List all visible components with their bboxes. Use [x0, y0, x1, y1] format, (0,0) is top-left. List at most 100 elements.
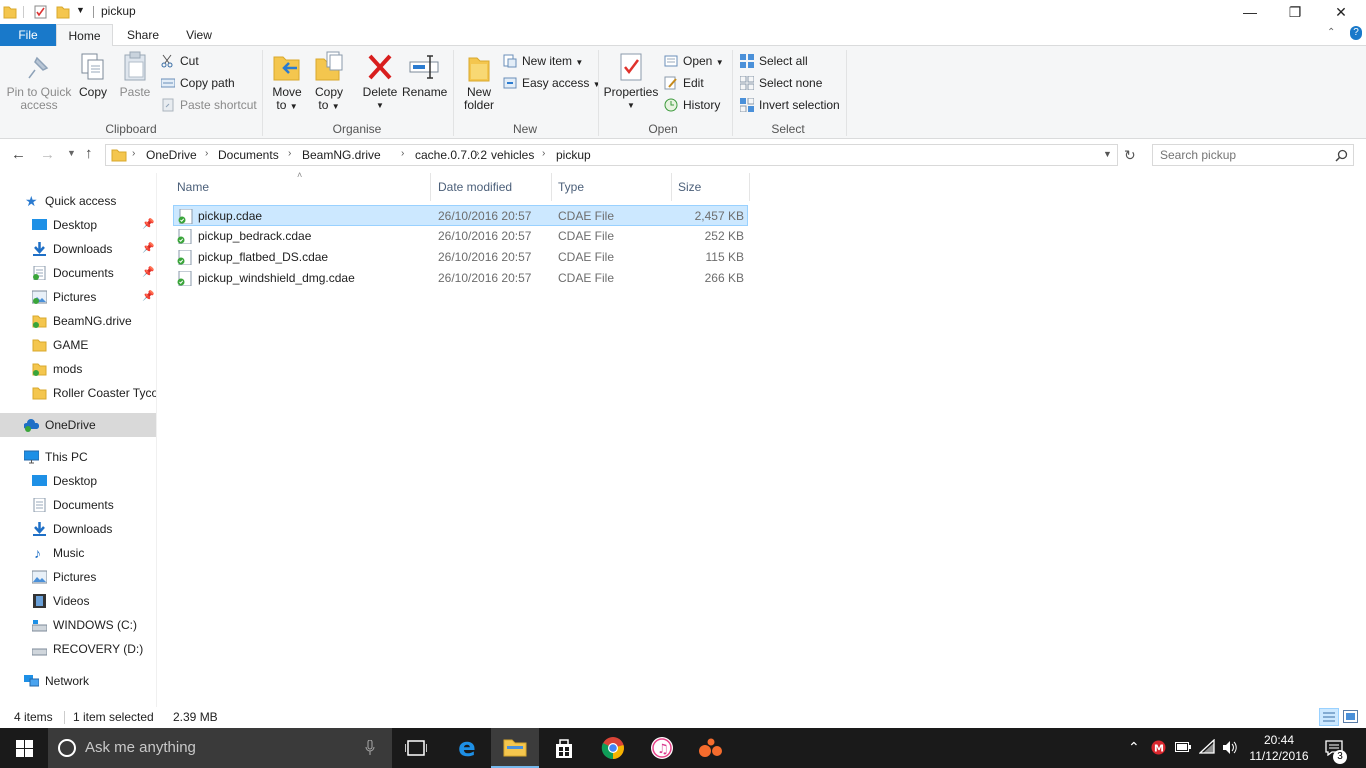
tab-view[interactable]: View: [172, 24, 226, 46]
customize-toolbar-icon[interactable]: ▼: [76, 5, 85, 15]
nav-pc-downloads[interactable]: Downloads: [0, 517, 156, 541]
edit-button[interactable]: Edit: [664, 73, 704, 93]
volume-icon[interactable]: [1222, 740, 1238, 755]
file-row[interactable]: pickup_flatbed_DS.cdae 26/10/2016 20:57 …: [173, 247, 748, 268]
nav-onedrive[interactable]: OneDrive: [0, 413, 156, 437]
nav-pc-desktop[interactable]: Desktop: [0, 469, 156, 493]
breadcrumb-vehicles[interactable]: vehicles: [491, 148, 534, 162]
microphone-icon[interactable]: [365, 740, 375, 756]
restore-button[interactable]: ❐: [1272, 0, 1318, 24]
nav-pc-videos[interactable]: Videos: [0, 589, 156, 613]
breadcrumb-onedrive[interactable]: OneDrive: [146, 148, 197, 162]
store-icon[interactable]: [540, 728, 588, 768]
open-button[interactable]: Open ▼: [664, 51, 724, 71]
address-bar[interactable]: › OneDrive › Documents › BeamNG.drive › …: [105, 144, 1118, 166]
pin-icon[interactable]: 📌: [142, 261, 154, 285]
clock-time[interactable]: 20:44: [1251, 733, 1307, 747]
help-icon[interactable]: ?: [1350, 26, 1362, 40]
paste-shortcut-button[interactable]: Paste shortcut: [161, 95, 257, 115]
cut-button[interactable]: Cut: [161, 51, 199, 71]
column-header-size[interactable]: Size: [672, 173, 750, 201]
breadcrumb-beamng[interactable]: BeamNG.drive: [302, 148, 381, 162]
breadcrumb-separator-icon[interactable]: ›: [401, 148, 404, 159]
search-input[interactable]: [1153, 145, 1323, 165]
move-to-button[interactable]: Move to ▼: [270, 50, 304, 113]
file-explorer-taskbar-icon[interactable]: [491, 728, 539, 768]
invert-selection-button[interactable]: Invert selection: [740, 95, 840, 115]
nav-quick-access[interactable]: ★ Quick access: [0, 189, 156, 213]
close-button[interactable]: ✕: [1318, 0, 1364, 24]
pin-icon[interactable]: 📌: [142, 285, 154, 309]
cortana-search-box[interactable]: Ask me anything: [48, 728, 392, 768]
copy-button[interactable]: Copy: [76, 50, 110, 99]
minimize-button[interactable]: —: [1227, 0, 1273, 24]
forward-arrow-icon[interactable]: →: [40, 146, 55, 163]
clock-date[interactable]: 11/12/2016: [1247, 749, 1311, 763]
origin-dots-icon[interactable]: [687, 728, 735, 768]
nav-quick-downloads[interactable]: Downloads 📌: [0, 237, 156, 261]
select-none-button[interactable]: Select none: [740, 73, 822, 93]
nav-quick-rct[interactable]: Roller Coaster Tycoon: [0, 381, 156, 405]
tab-home[interactable]: Home: [56, 24, 113, 47]
rename-button[interactable]: Rename: [402, 50, 447, 99]
nav-network[interactable]: Network: [0, 669, 156, 693]
nav-pc-music[interactable]: ♪ Music: [0, 541, 156, 565]
details-view-icon[interactable]: [1319, 708, 1339, 726]
chrome-icon[interactable]: [589, 728, 637, 768]
new-folder-quick-icon[interactable]: [56, 4, 70, 20]
breadcrumb-separator-icon[interactable]: ›: [205, 148, 208, 159]
back-arrow-icon[interactable]: ←: [11, 146, 26, 163]
file-row[interactable]: pickup_bedrack.cdae 26/10/2016 20:57 CDA…: [173, 226, 748, 247]
breadcrumb-separator-icon[interactable]: ›: [476, 148, 479, 159]
wifi-icon[interactable]: [1199, 739, 1217, 755]
column-header-type[interactable]: Type: [552, 173, 672, 201]
nav-quick-pictures[interactable]: Pictures 📌: [0, 285, 156, 309]
nav-pc-pictures[interactable]: Pictures: [0, 565, 156, 589]
show-hidden-icons-icon[interactable]: ⌃: [1128, 739, 1140, 756]
large-icons-view-icon[interactable]: [1343, 710, 1358, 723]
edge-browser-icon[interactable]: e: [443, 728, 491, 768]
copy-to-button[interactable]: Copy to ▼: [312, 50, 346, 113]
paste-button[interactable]: Paste: [118, 50, 152, 99]
properties-quick-icon[interactable]: [33, 4, 49, 20]
copy-path-button[interactable]: Copy path: [161, 73, 235, 93]
breadcrumb-documents[interactable]: Documents: [218, 148, 279, 162]
column-header-date[interactable]: Date modified: [432, 173, 552, 201]
nav-pc-documents[interactable]: Documents: [0, 493, 156, 517]
breadcrumb-separator-icon[interactable]: ›: [288, 148, 291, 159]
nav-quick-documents[interactable]: Documents 📌: [0, 261, 156, 285]
nav-pc-recovery-d[interactable]: RECOVERY (D:): [0, 637, 156, 661]
up-arrow-icon[interactable]: ↑: [85, 145, 93, 162]
nav-quick-mods[interactable]: mods: [0, 357, 156, 381]
select-all-button[interactable]: Select all: [740, 51, 808, 71]
pin-to-quick-access-button[interactable]: Pin to Quick access: [6, 50, 72, 112]
refresh-icon[interactable]: ↻: [1124, 147, 1136, 164]
nav-pc-windows-c[interactable]: WINDOWS (C:): [0, 613, 156, 637]
new-item-button[interactable]: New item ▼: [503, 51, 583, 71]
breadcrumb-separator-icon[interactable]: ›: [132, 148, 135, 159]
search-icon[interactable]: [1335, 149, 1348, 162]
nav-quick-desktop[interactable]: Desktop 📌: [0, 213, 156, 237]
history-button[interactable]: History: [664, 95, 720, 115]
task-view-icon[interactable]: [392, 728, 440, 768]
windows-start-icon[interactable]: [16, 740, 33, 757]
battery-icon[interactable]: [1175, 742, 1191, 752]
column-header-name[interactable]: Name: [171, 173, 431, 201]
easy-access-button[interactable]: Easy access ▼: [503, 73, 601, 93]
file-row[interactable]: pickup_windshield_dmg.cdae 26/10/2016 20…: [173, 268, 748, 289]
properties-button[interactable]: Properties ▼: [603, 50, 659, 112]
pin-icon[interactable]: 📌: [142, 237, 154, 261]
breadcrumb-pickup[interactable]: pickup: [556, 148, 591, 162]
mega-sync-icon[interactable]: M: [1151, 740, 1166, 755]
nav-this-pc[interactable]: This PC: [0, 445, 156, 469]
file-row[interactable]: pickup.cdae 26/10/2016 20:57 CDAE File 2…: [173, 205, 748, 226]
pin-icon[interactable]: 📌: [142, 213, 154, 237]
search-box[interactable]: [1152, 144, 1354, 166]
collapse-ribbon-icon[interactable]: ⌃: [1327, 27, 1335, 38]
address-dropdown-icon[interactable]: ▼: [1103, 149, 1112, 159]
delete-button[interactable]: Delete ▼: [360, 50, 400, 112]
breadcrumb-separator-icon[interactable]: ›: [542, 148, 545, 159]
nav-quick-game[interactable]: GAME: [0, 333, 156, 357]
itunes-icon[interactable]: ♫: [638, 728, 686, 768]
recent-locations-icon[interactable]: ▼: [67, 148, 76, 158]
